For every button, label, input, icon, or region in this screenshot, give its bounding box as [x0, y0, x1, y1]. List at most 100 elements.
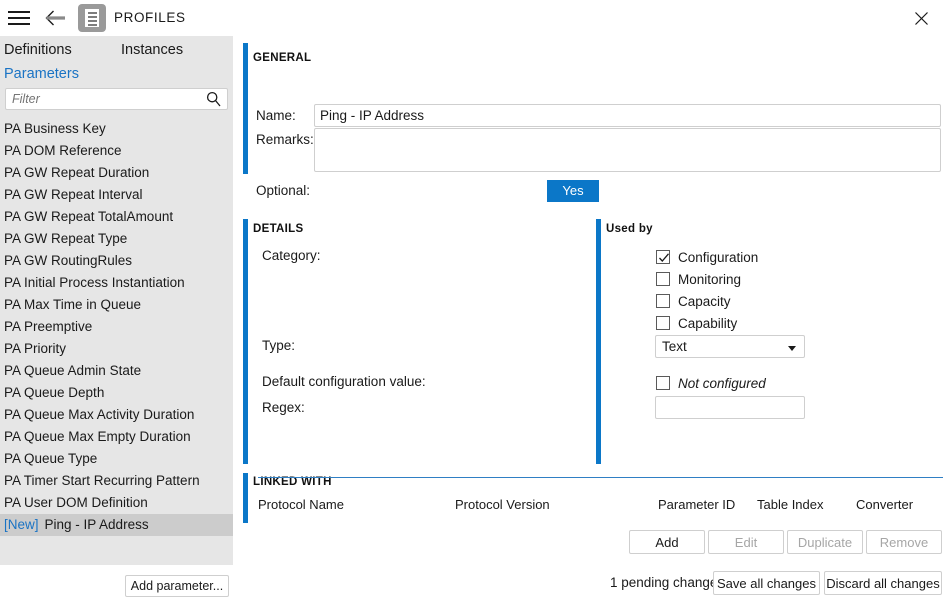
list-item[interactable]: PA Priority: [0, 338, 233, 360]
name-label: Name:: [256, 108, 296, 123]
add-parameter-button[interactable]: Add parameter...: [125, 575, 229, 597]
list-item-label: PA Queue Admin State: [4, 363, 142, 378]
list-item-label: PA DOM Reference: [4, 143, 122, 158]
list-item[interactable]: PA Preemptive: [0, 316, 233, 338]
remarks-field[interactable]: [314, 128, 941, 172]
filter-box[interactable]: [5, 88, 228, 110]
category-row: Monitoring: [656, 270, 816, 292]
list-item-label: PA Queue Max Empty Duration: [4, 429, 191, 444]
hamburger-menu-icon[interactable]: [8, 8, 30, 28]
list-item[interactable]: PA User DOM Definition: [0, 492, 233, 514]
save-all-changes-button[interactable]: Save all changes: [713, 571, 820, 595]
search-icon: [206, 91, 222, 111]
category-row: Configuration: [656, 248, 816, 270]
list-item[interactable]: PA Queue Depth: [0, 382, 233, 404]
list-item-label: PA Timer Start Recurring Pattern: [4, 473, 200, 488]
general-section-title: GENERAL: [253, 52, 312, 64]
list-item[interactable]: PA GW Repeat TotalAmount: [0, 206, 233, 228]
checkbox-label: Monitoring: [678, 272, 742, 287]
list-item[interactable]: PA Queue Max Empty Duration: [0, 426, 233, 448]
checkbox-capacity[interactable]: [656, 294, 670, 308]
sidebar: Definitions Instances Parameters PA Busi…: [0, 36, 233, 597]
title-bar: PROFILES: [0, 0, 945, 36]
list-item[interactable]: PA GW Repeat Duration: [0, 162, 233, 184]
list-item-tag: [New]: [4, 517, 39, 532]
list-item-label: PA Priority: [4, 341, 67, 356]
checkbox-label: Capability: [678, 316, 738, 331]
checkbox-monitoring[interactable]: [656, 272, 670, 286]
general-accent-bar: [243, 43, 248, 174]
table-column-header[interactable]: Table Index: [757, 497, 824, 512]
sidebar-tabs: Definitions Instances: [0, 42, 233, 64]
type-select[interactable]: Text: [655, 335, 805, 358]
table-column-header[interactable]: Protocol Name: [258, 497, 344, 512]
used-by-section-title: Used by: [606, 223, 653, 235]
list-item[interactable]: [New] Ping - IP Address: [0, 514, 233, 536]
default-config-checkbox[interactable]: [656, 376, 670, 390]
linked-with-table-header: Protocol Name Protocol Version Parameter I…: [233, 497, 945, 517]
name-field[interactable]: [314, 104, 941, 127]
filter-input[interactable]: [12, 89, 202, 109]
close-icon[interactable]: [899, 0, 945, 36]
list-item-label: PA Queue Depth: [4, 385, 105, 400]
checkbox-capability[interactable]: [656, 316, 670, 330]
tab-instances[interactable]: Instances: [121, 42, 183, 58]
category-row: Capability: [656, 314, 816, 336]
chevron-down-icon: [788, 346, 796, 351]
name-input[interactable]: [315, 105, 940, 126]
default-config-label: Default configuration value:: [262, 374, 426, 389]
regex-input[interactable]: [656, 397, 804, 418]
list-item[interactable]: PA Queue Type: [0, 448, 233, 470]
list-item[interactable]: PA Queue Admin State: [0, 360, 233, 382]
list-item[interactable]: PA Initial Process Instantiation: [0, 272, 233, 294]
list-item-label: PA User DOM Definition: [4, 495, 148, 510]
list-item-label: PA Queue Type: [4, 451, 98, 466]
category-label: Category:: [262, 248, 321, 263]
profiles-document-icon: [78, 4, 106, 32]
remarks-textarea[interactable]: [315, 129, 940, 171]
table-header-rule: [258, 477, 943, 478]
list-item[interactable]: PA Max Time in Queue: [0, 294, 233, 316]
table-column-header[interactable]: Protocol Version: [455, 497, 550, 512]
list-item-label: PA Business Key: [4, 121, 106, 136]
discard-all-changes-button[interactable]: Discard all changes: [824, 571, 942, 595]
checkbox-configuration[interactable]: [656, 250, 670, 264]
table-column-header[interactable]: Parameter ID: [658, 497, 735, 512]
list-item[interactable]: PA Queue Max Activity Duration: [0, 404, 233, 426]
list-item-label: PA Queue Max Activity Duration: [4, 407, 195, 422]
checkbox-label: Configuration: [678, 250, 759, 265]
optional-toggle-button[interactable]: Yes: [547, 180, 599, 202]
list-item-label: PA GW Repeat Type: [4, 231, 128, 246]
list-item[interactable]: PA GW Repeat Type: [0, 228, 233, 250]
add-button[interactable]: Add: [629, 530, 705, 554]
default-config-value: Not configured: [678, 376, 766, 391]
list-item[interactable]: PA Business Key: [0, 118, 233, 140]
profiles-window: PROFILES Definitions Instances Parameter…: [0, 0, 945, 598]
category-row: Capacity: [656, 292, 816, 314]
table-column-header[interactable]: Converter: [856, 497, 913, 512]
back-arrow-icon[interactable]: [44, 7, 68, 29]
duplicate-button: Duplicate: [787, 530, 863, 554]
subtab-parameters[interactable]: Parameters: [4, 66, 79, 82]
remarks-label: Remarks:: [256, 132, 314, 147]
list-item-label: PA GW Repeat Duration: [4, 165, 150, 180]
tab-definitions[interactable]: Definitions: [4, 42, 72, 58]
list-item-label: PA Max Time in Queue: [4, 297, 142, 312]
list-item[interactable]: PA Timer Start Recurring Pattern: [0, 470, 233, 492]
type-label: Type:: [262, 338, 296, 353]
parameter-list[interactable]: PA Business Key PA DOM Reference PA GW Rep…: [0, 118, 233, 536]
edit-button: Edit: [708, 530, 784, 554]
list-item-label: Ping - IP Address: [44, 517, 149, 532]
pending-changes-label: 1 pending change: [610, 575, 718, 590]
remove-button: Remove: [866, 530, 942, 554]
regex-field[interactable]: [655, 396, 805, 419]
details-section-title: DETAILS: [253, 223, 304, 235]
list-item-label: PA GW RoutingRules: [4, 253, 133, 268]
list-item-label: PA Initial Process Instantiation: [4, 275, 185, 290]
details-accent-bar: [243, 219, 248, 464]
list-item-label: PA Preemptive: [4, 319, 93, 334]
type-select-value: Text: [662, 339, 687, 354]
list-item[interactable]: PA GW Repeat Interval: [0, 184, 233, 206]
list-item[interactable]: PA GW RoutingRules: [0, 250, 233, 272]
list-item[interactable]: PA DOM Reference: [0, 140, 233, 162]
